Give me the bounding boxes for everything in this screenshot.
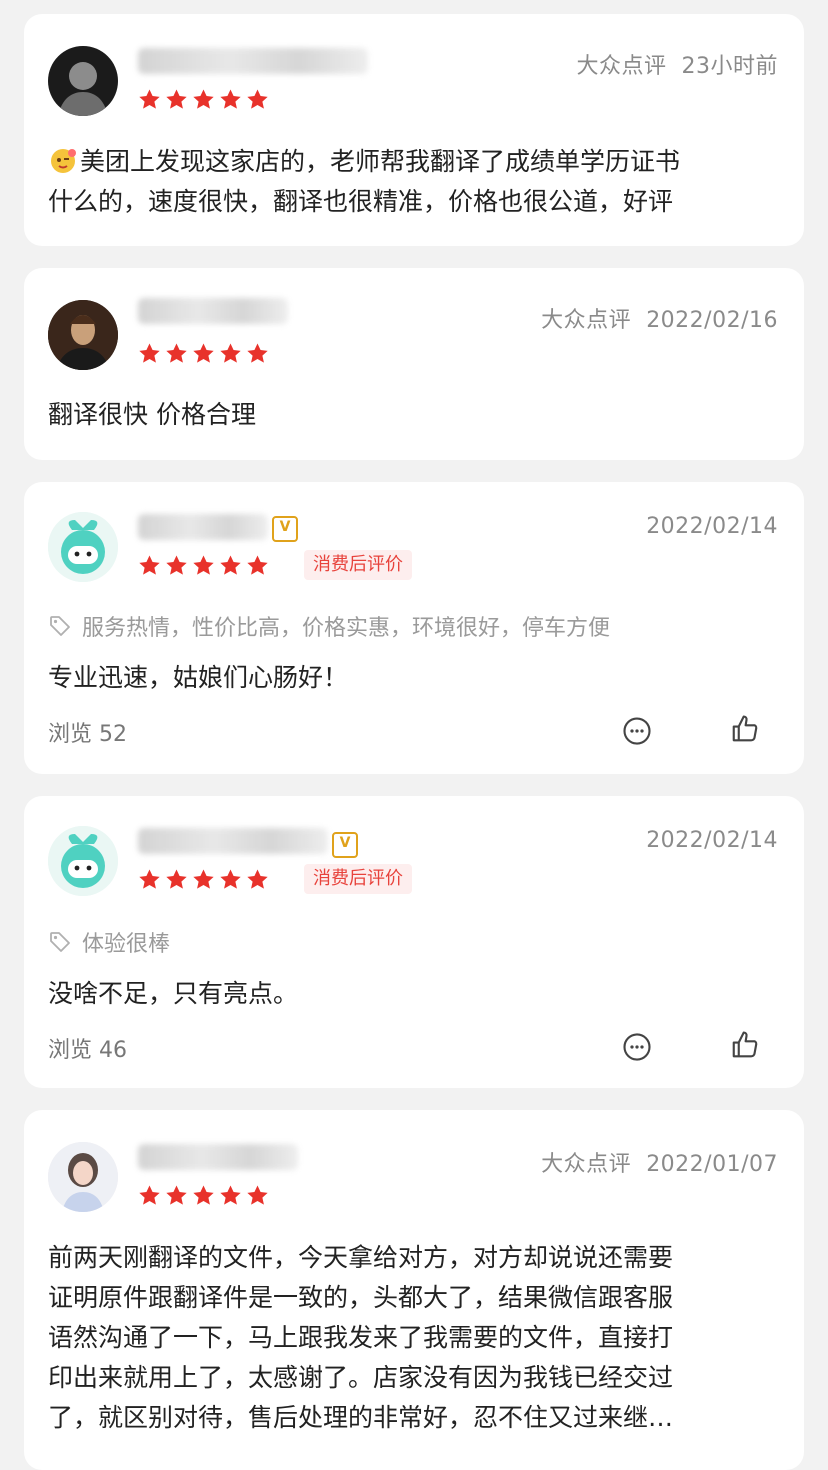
review-text: 没啥不足，只有亮点。 <box>48 979 299 1008</box>
rating-stars <box>138 554 269 577</box>
avatar[interactable] <box>48 826 118 896</box>
star-icon <box>165 88 188 111</box>
tag-icon <box>48 930 72 954</box>
star-icon <box>219 868 242 891</box>
star-icon <box>192 1184 215 1207</box>
review-text: 美团上发现这家店的，老师帮我翻译了成绩单学历证书 什么的，速度很快，翻译也很精准… <box>48 145 681 216</box>
review-card[interactable]: 大众点评 2022/01/07 前两天刚翻译的文件，今天拿给对方，对方却说说还需… <box>24 1110 804 1470</box>
review-time: 2022/02/14 <box>646 828 778 853</box>
post-purchase-badge: 消费后评价 <box>304 864 412 894</box>
review-text: 前两天刚翻译的文件，今天拿给对方，对方却说说还需要 证明原件跟翻译件是一致的，头… <box>48 1243 674 1432</box>
review-source: 大众点评 <box>541 1152 632 1177</box>
star-icon <box>192 88 215 111</box>
star-icon <box>138 342 161 365</box>
comment-icon[interactable] <box>622 716 652 746</box>
star-icon <box>219 88 242 111</box>
star-icon <box>138 554 161 577</box>
review-meta: 大众点评 2022/02/16 <box>541 302 778 334</box>
avatar[interactable] <box>48 300 118 370</box>
star-icon <box>192 554 215 577</box>
star-icon <box>219 342 242 365</box>
star-icon <box>165 1184 188 1207</box>
star-icon <box>165 554 188 577</box>
review-tags: 服务热情，性价比高，价格实惠，环境很好，停车方便 <box>48 610 610 642</box>
username-redacted <box>138 514 268 540</box>
rating-stars <box>138 868 269 891</box>
review-text: 专业迅速，姑娘们心肠好！ <box>48 663 349 692</box>
star-icon <box>246 88 269 111</box>
tag-icon <box>48 614 72 638</box>
review-card[interactable]: V 消费后评价 2022/02/14 体验很棒 没啥不足，只有亮点。 浏览 46 <box>24 796 804 1088</box>
star-icon <box>165 342 188 365</box>
username-redacted <box>138 828 328 854</box>
rating-stars <box>138 88 269 111</box>
review-card[interactable]: 大众点评 2022/02/16 翻译很快 价格合理 <box>24 268 804 460</box>
view-count: 浏览 46 <box>48 1038 127 1063</box>
username-redacted <box>138 48 368 74</box>
star-icon <box>219 554 242 577</box>
rating-stars <box>138 342 269 365</box>
star-icon <box>246 554 269 577</box>
review-source: 大众点评 <box>541 308 632 333</box>
review-time: 2022/02/14 <box>646 514 778 539</box>
star-icon <box>165 868 188 891</box>
star-icon <box>138 868 161 891</box>
review-time: 2022/01/07 <box>646 1152 778 1177</box>
star-icon <box>138 1184 161 1207</box>
rating-stars <box>138 1184 269 1207</box>
verified-badge-icon: V <box>332 832 358 858</box>
username-redacted <box>138 298 288 324</box>
star-icon <box>246 1184 269 1207</box>
review-meta: 大众点评 23小时前 <box>576 48 778 80</box>
verified-badge-icon: V <box>272 516 298 542</box>
thumbs-up-icon[interactable] <box>730 1030 760 1060</box>
emoji-icon <box>48 145 78 175</box>
star-icon <box>246 868 269 891</box>
thumbs-up-icon[interactable] <box>730 714 760 744</box>
view-count: 浏览 52 <box>48 722 127 747</box>
star-icon <box>192 868 215 891</box>
review-time: 23小时前 <box>681 54 778 79</box>
star-icon <box>246 342 269 365</box>
avatar[interactable] <box>48 46 118 116</box>
review-source: 大众点评 <box>576 54 667 79</box>
review-time: 2022/02/16 <box>646 308 778 333</box>
review-tags: 体验很棒 <box>48 926 170 958</box>
avatar[interactable] <box>48 512 118 582</box>
username-redacted <box>138 1144 298 1170</box>
review-meta: 大众点评 2022/01/07 <box>541 1146 778 1178</box>
review-text: 翻译很快 价格合理 <box>48 400 256 429</box>
review-card[interactable]: V 消费后评价 2022/02/14 服务热情，性价比高，价格实惠，环境很好，停… <box>24 482 804 774</box>
star-icon <box>138 88 161 111</box>
post-purchase-badge: 消费后评价 <box>304 550 412 580</box>
comment-icon[interactable] <box>622 1032 652 1062</box>
avatar[interactable] <box>48 1142 118 1212</box>
star-icon <box>192 342 215 365</box>
star-icon <box>219 1184 242 1207</box>
review-card[interactable]: 大众点评 23小时前 美团上发现这家店的，老师帮我翻译了成绩单学历证书 什么的，… <box>24 14 804 246</box>
